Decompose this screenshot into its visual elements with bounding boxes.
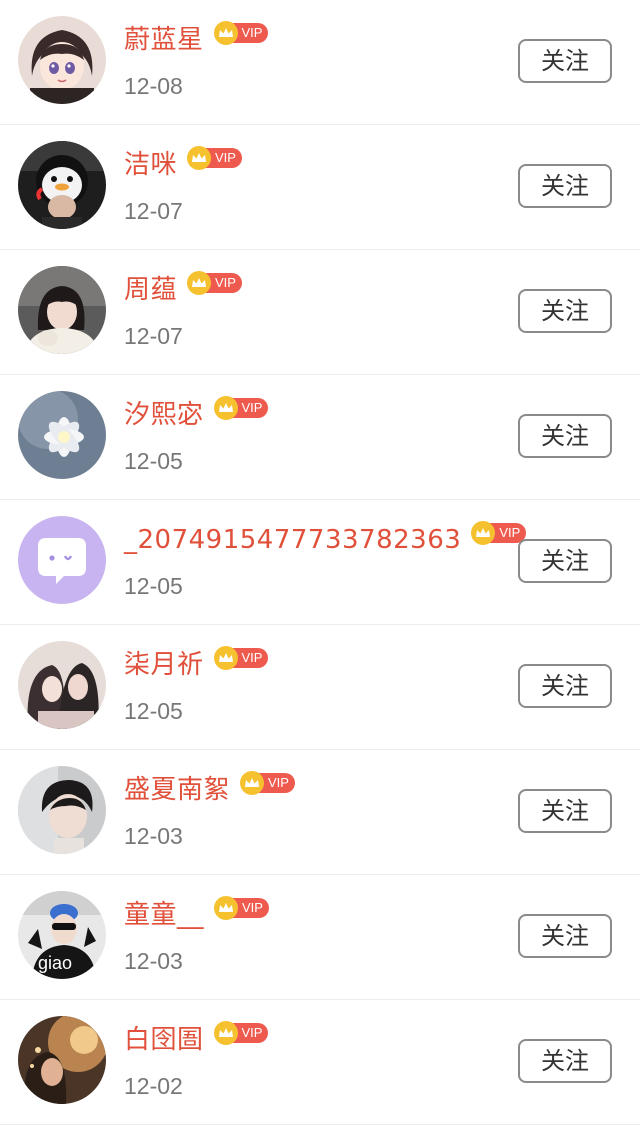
anime-girl-avatar-icon xyxy=(18,16,106,104)
avatar[interactable] xyxy=(18,16,106,104)
name-line: 柒月祈 VIP xyxy=(124,645,269,685)
follow-date: 12-08 xyxy=(124,73,183,99)
list-item[interactable]: 柒月祈 VIP 12-05 关注 xyxy=(0,625,640,750)
penguin-hat-avatar-icon xyxy=(18,141,106,229)
crown-icon xyxy=(213,396,238,420)
user-name[interactable]: 洁咪 xyxy=(124,145,177,185)
avatar[interactable] xyxy=(18,141,106,229)
vip-badge: VIP xyxy=(213,1021,269,1045)
follow-date: 12-07 xyxy=(124,323,183,349)
name-line: 周蕴 VIP xyxy=(124,270,242,310)
girl-photo-avatar-icon xyxy=(18,266,106,354)
crown-icon xyxy=(240,771,265,795)
name-line: 盛夏南絮 VIP xyxy=(124,770,295,810)
follow-button[interactable]: 关注 xyxy=(518,164,612,208)
avatar[interactable] xyxy=(18,766,106,854)
follow-date: 12-02 xyxy=(124,1073,183,1099)
avatar[interactable] xyxy=(18,641,106,729)
vip-badge: VIP xyxy=(214,896,269,920)
avatar-caption: giao xyxy=(38,953,72,973)
couple-illustration-avatar-icon xyxy=(18,641,106,729)
vip-badge: VIP xyxy=(213,646,269,670)
crown-icon xyxy=(213,1021,238,1045)
avatar[interactable] xyxy=(18,1016,106,1104)
user-name[interactable]: 白囹圄 xyxy=(124,1020,204,1060)
vip-badge: VIP xyxy=(187,271,242,295)
follow-date: 12-03 xyxy=(124,823,183,849)
white-flower-avatar-icon xyxy=(18,391,106,479)
avatar[interactable] xyxy=(18,266,106,354)
crown-icon xyxy=(187,271,212,295)
user-name[interactable]: 柒月祈 xyxy=(124,645,204,685)
vip-badge: VIP xyxy=(213,21,269,45)
follow-button[interactable]: 关注 xyxy=(518,914,612,958)
follow-button[interactable]: 关注 xyxy=(518,289,612,333)
vip-badge: VIP xyxy=(471,521,527,545)
vip-badge: VIP xyxy=(213,396,269,420)
follow-button[interactable]: 关注 xyxy=(518,539,612,583)
follower-list: 蔚蓝星 VIP 12-08 关注 洁咪 VIP 12-07 关注 周蕴 VIP … xyxy=(0,0,640,1125)
list-item[interactable]: 洁咪 VIP 12-07 关注 xyxy=(0,125,640,250)
warm-light-avatar-icon xyxy=(18,1016,106,1104)
list-item[interactable]: 蔚蓝星 VIP 12-08 关注 xyxy=(0,0,640,125)
name-line: _2074915477733782363 VIP xyxy=(124,520,527,560)
user-name[interactable]: 盛夏南絮 xyxy=(124,770,230,810)
list-item[interactable]: 汐熙宓 VIP 12-05 关注 xyxy=(0,375,640,500)
avatar[interactable] xyxy=(18,391,106,479)
name-line: 白囹圄 VIP xyxy=(124,1020,269,1060)
user-name[interactable]: 蔚蓝星 xyxy=(124,20,204,60)
vip-badge: VIP xyxy=(187,146,242,170)
list-item[interactable]: 盛夏南絮 VIP 12-03 关注 xyxy=(0,750,640,875)
crown-icon xyxy=(187,146,212,170)
list-item[interactable]: 白囹圄 VIP 12-02 关注 xyxy=(0,1000,640,1125)
crown-icon xyxy=(213,21,238,45)
name-line: 蔚蓝星 VIP xyxy=(124,20,269,60)
list-item[interactable]: giao 童童__ VIP 12-03 关注 xyxy=(0,875,640,1000)
follow-button[interactable]: 关注 xyxy=(518,1039,612,1083)
user-name[interactable]: 周蕴 xyxy=(124,270,177,310)
boy-portrait-avatar-icon xyxy=(18,766,106,854)
user-name[interactable]: 汐熙宓 xyxy=(124,395,204,435)
crown-icon xyxy=(214,896,239,920)
follow-button[interactable]: 关注 xyxy=(518,789,612,833)
chat-bubble-icon xyxy=(18,516,106,604)
list-item[interactable]: _2074915477733782363 VIP 12-05 关注 xyxy=(0,500,640,625)
crown-icon xyxy=(213,646,238,670)
follow-date: 12-05 xyxy=(124,448,183,474)
user-name[interactable]: 童童__ xyxy=(124,895,204,935)
user-name[interactable]: _2074915477733782363 xyxy=(124,520,461,560)
follow-button[interactable]: 关注 xyxy=(518,39,612,83)
avatar[interactable]: giao xyxy=(18,891,106,979)
follow-button[interactable]: 关注 xyxy=(518,414,612,458)
name-line: 童童__ VIP xyxy=(124,895,269,935)
vip-badge: VIP xyxy=(240,771,295,795)
giao-avatar-icon: giao xyxy=(18,891,106,979)
name-line: 汐熙宓 VIP xyxy=(124,395,269,435)
avatar[interactable] xyxy=(18,516,106,604)
list-item[interactable]: 周蕴 VIP 12-07 关注 xyxy=(0,250,640,375)
follow-date: 12-07 xyxy=(124,198,183,224)
follow-date: 12-05 xyxy=(124,698,183,724)
follow-date: 12-05 xyxy=(124,573,183,599)
follow-button[interactable]: 关注 xyxy=(518,664,612,708)
name-line: 洁咪 VIP xyxy=(124,145,242,185)
follow-date: 12-03 xyxy=(124,948,183,974)
